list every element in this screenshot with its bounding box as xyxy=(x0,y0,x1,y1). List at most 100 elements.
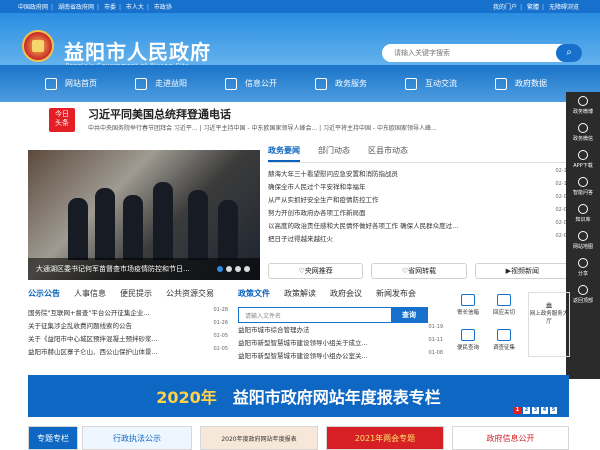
list-item[interactable]: 益阳市城市综合管理办法 01-19 xyxy=(238,324,443,337)
list-item[interactable]: 努力开创市政府办各项工作新局面 02-09 xyxy=(268,207,570,220)
site-search[interactable]: 请输入关键字搜索 ⌕ xyxy=(382,44,582,62)
portal-link[interactable]: 我的门户 xyxy=(493,4,517,11)
annual-report-banner[interactable]: 2020年 益阳市政府网站年度报表专栏 12345 xyxy=(28,375,569,417)
side-label: 分享 xyxy=(577,271,588,277)
list-item[interactable]: 以高度的政治责任感和大民情怀做好各项工作 确保人民群众度过... 02-08 xyxy=(268,220,570,233)
sitemap-button[interactable]: 网站地图 xyxy=(566,227,600,254)
nav-services[interactable]: 政务服务 xyxy=(296,65,386,102)
home-icon xyxy=(45,77,57,90)
banner-year: 2020年 xyxy=(156,388,217,407)
app-download-button[interactable]: APP下载 xyxy=(566,146,600,173)
list-item[interactable]: 益阳市新型智慧城市建设领导小组办公室关... 01-08 xyxy=(238,350,443,363)
pager-button[interactable]: 3 xyxy=(532,407,539,414)
special-topics-label[interactable]: 专题专栏 xyxy=(28,426,78,450)
tab-trade[interactable]: 公共资源交易 xyxy=(166,288,214,299)
pager-button[interactable]: 5 xyxy=(550,407,557,414)
policy-search[interactable]: 请输入文件名 查询 xyxy=(238,307,428,323)
provincial-repost-button[interactable]: ♡ 省网转载 xyxy=(371,263,467,279)
pager-button[interactable]: 1 xyxy=(514,407,521,414)
mayor-mailbox-button[interactable]: 寄长信箱 xyxy=(450,290,486,325)
list-item[interactable]: 益阳市赫山区寨子仑山、西公山保护山体景... 02-05 xyxy=(28,346,228,359)
policy-list: 益阳市城市综合管理办法 01-19 益阳市新型智慧城市建设领导小组关于成立... 0… xyxy=(238,324,443,363)
query-button[interactable]: 便民查询 xyxy=(450,325,486,360)
media-links: ♡ 央网推荐 ♡ 省网转载 ▶ 视频新闻 xyxy=(268,263,570,279)
top-link[interactable]: 市人大 xyxy=(126,4,144,11)
nav-yiyang[interactable]: 走进益阳 xyxy=(116,65,206,102)
carousel-dot[interactable] xyxy=(235,266,241,272)
list-item[interactable]: 关于征集涉企乱收费问题线索的公告 01-26 xyxy=(28,320,228,333)
annual-report-card[interactable]: 2020年度政府网站年度报表 xyxy=(200,426,318,450)
survey-button[interactable]: 调查征集 xyxy=(486,325,522,360)
main-nav: 网站首页 走进益阳 信息公开 政务服务 互动交流 政府数据 xyxy=(0,65,600,102)
nav-data[interactable]: 政府数据 xyxy=(476,65,566,102)
side-toolbar: 政务微博 政务微信 APP下载 智能问答 知识库 网站地图 分享 返回顶部 xyxy=(566,92,600,379)
news-carousel[interactable]: 大通湖区委书记何军苗督查市场疫情防控和节日... xyxy=(28,150,260,280)
policy-search-input[interactable]: 请输入文件名 xyxy=(245,311,281,320)
nav-label: 信息公开 xyxy=(245,79,277,88)
star-icon xyxy=(315,77,327,90)
tab-tips[interactable]: 便民提示 xyxy=(120,288,152,299)
weibo-button[interactable]: 政务微博 xyxy=(566,92,600,119)
tab-policy-interpretation[interactable]: 政策解读 xyxy=(284,288,316,299)
headline-link[interactable]: 习近平同美国总统拜登通电话 xyxy=(88,106,231,122)
badge-text: 头条 xyxy=(55,119,69,127)
carousel-dot[interactable] xyxy=(226,266,232,272)
knowledge-base-button[interactable]: 知识库 xyxy=(566,200,600,227)
search-icon[interactable]: ⌕ xyxy=(556,44,582,62)
central-recommend-button[interactable]: ♡ 央网推荐 xyxy=(268,263,364,279)
carousel-dot[interactable] xyxy=(217,266,223,272)
policy-search-button[interactable]: 查询 xyxy=(391,308,427,322)
top-link[interactable]: 中国政府网 xyxy=(18,4,48,11)
back-to-top-button[interactable]: 返回顶部 xyxy=(566,281,600,308)
tab-policy-files[interactable]: 政策文件 xyxy=(238,288,270,299)
book-icon xyxy=(578,204,588,214)
list-item[interactable]: 把日子过得越来越红火 02-08 xyxy=(268,233,570,246)
tab-meetings[interactable]: 政府会议 xyxy=(330,288,362,299)
top-link[interactable]: 市委 xyxy=(104,4,116,11)
national-emblem-icon xyxy=(22,30,54,62)
banner-title: 益阳市政府网站年度报表专栏 xyxy=(232,388,441,407)
headline-sublinks[interactable]: 中共中央国务院举行春节团拜会 习近平... | 习近平主持中国 - 中东欧国家领… xyxy=(88,123,558,132)
top-link[interactable]: 湖南省政府网 xyxy=(58,4,94,11)
two-sessions-card[interactable]: 2021年两会专题 xyxy=(326,426,444,450)
list-item[interactable]: 国务院"互联网+督查"平台公开征集企业... 01-28 xyxy=(28,307,228,320)
list-item[interactable]: 赫海大年三十看望慰问应急安置和消防指战员 02-11 xyxy=(268,168,570,181)
reply-icon xyxy=(497,294,511,306)
response-button[interactable]: 回应关切 xyxy=(486,290,522,325)
list-item[interactable]: 关于《益阳市中心城区预拌混凝土预拌砂浆... 02-05 xyxy=(28,333,228,346)
nav-home[interactable]: 网站首页 xyxy=(26,65,116,102)
law-enforcement-card[interactable]: 行政执法公示 xyxy=(82,426,192,450)
tab-personnel[interactable]: 人事信息 xyxy=(74,288,106,299)
online-service-hall-button[interactable]: 🏛 网上政务服务大厅 xyxy=(528,292,570,357)
notice-tabs: 公示公告 人事信息 便民提示 公共资源交易 xyxy=(28,285,228,301)
side-label: APP下载 xyxy=(573,163,593,169)
side-label: 返回顶部 xyxy=(572,298,593,304)
top-link[interactable]: 市政协 xyxy=(154,4,172,11)
pager-button[interactable]: 2 xyxy=(523,407,530,414)
pager-button[interactable]: 4 xyxy=(541,407,548,414)
government-info-card[interactable]: 政府信息公开 xyxy=(452,426,569,450)
tab-department-news[interactable]: 部门动态 xyxy=(318,145,350,162)
mail-icon xyxy=(461,294,475,306)
video-news-button[interactable]: ▶ 视频新闻 xyxy=(474,263,570,279)
button-label: 省网转载 xyxy=(408,267,437,275)
user-icon xyxy=(461,329,475,341)
site-header: 益阳市人民政府 People's Government of Yiyang Ci… xyxy=(0,13,600,69)
wechat-button[interactable]: 政务微信 xyxy=(566,119,600,146)
nav-label: 政府数据 xyxy=(515,79,547,88)
tab-county-news[interactable]: 区县市动态 xyxy=(368,145,408,162)
list-item[interactable]: 从严从实抓好安全生产和疫情防控工作 02-09 xyxy=(268,194,570,207)
list-item[interactable]: 益阳市新型智慧城市建设领导小组关于成立... 01-11 xyxy=(238,337,443,350)
carousel-dot[interactable] xyxy=(244,266,250,272)
share-button[interactable]: 分享 xyxy=(566,254,600,281)
tab-government-news[interactable]: 政务要闻 xyxy=(268,145,300,162)
list-item[interactable]: 确保全市人民过个平安祥和幸福年 02-10 xyxy=(268,181,570,194)
smart-qa-button[interactable]: 智能问答 xyxy=(566,173,600,200)
tab-notices[interactable]: 公示公告 xyxy=(28,288,60,299)
nav-info[interactable]: 信息公开 xyxy=(206,65,296,102)
top-links: 中国政府网 | 湖南省政府网 | 市委 | 市人大 | 市政协 xyxy=(18,4,172,11)
nav-interaction[interactable]: 互动交流 xyxy=(386,65,476,102)
traditional-link[interactable]: 繁體 xyxy=(527,4,539,11)
tab-press[interactable]: 新闻发布会 xyxy=(376,288,416,299)
accessibility-link[interactable]: 无障碍浏览 xyxy=(549,4,579,11)
